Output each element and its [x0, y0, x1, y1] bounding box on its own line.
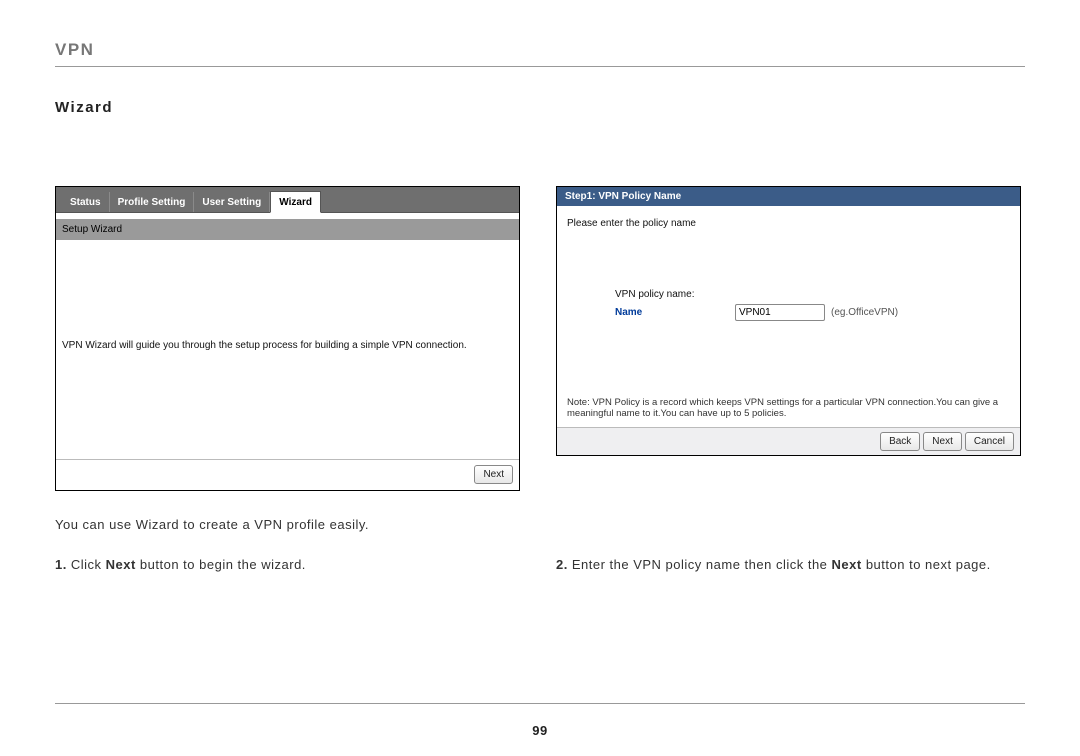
prompt-text: Please enter the policy name [567, 218, 1010, 229]
footer-divider [56, 459, 519, 460]
step-1-text: Click Next button to begin the wizard. [71, 555, 306, 575]
section-title: Wizard [55, 99, 1025, 116]
tab-bar: Status Profile Setting User Setting Wiza… [56, 187, 519, 213]
cancel-button[interactable]: Cancel [965, 432, 1014, 451]
field-hint: (eg.OfficeVPN) [831, 307, 898, 318]
step-2-text: Enter the VPN policy name then click the… [572, 555, 991, 575]
page-number: 99 [0, 723, 1080, 738]
tab-profile-setting[interactable]: Profile Setting [110, 192, 195, 212]
vpn-policy-name-input[interactable] [735, 304, 825, 321]
field-header: VPN policy name: [615, 289, 735, 300]
tab-user-setting[interactable]: User Setting [194, 192, 270, 212]
section-bar: Setup Wizard [56, 219, 519, 240]
caption-text: You can use Wizard to create a VPN profi… [55, 515, 520, 535]
field-label-name: Name [615, 307, 735, 318]
next-button[interactable]: Next [474, 465, 513, 484]
tab-wizard[interactable]: Wizard [270, 191, 321, 213]
step-1-number: 1. [55, 555, 67, 575]
step-2: 2. Enter the VPN policy name then click … [556, 555, 1021, 575]
tab-status[interactable]: Status [62, 192, 110, 212]
step-1: 1. Click Next button to begin the wizard… [55, 555, 520, 575]
page-title: VPN [55, 40, 1025, 60]
next-button-2[interactable]: Next [923, 432, 962, 451]
note-text: Note: VPN Policy is a record which keeps… [557, 391, 1020, 427]
screenshot-setup-wizard: Status Profile Setting User Setting Wiza… [55, 186, 520, 491]
step-2-number: 2. [556, 555, 568, 575]
divider-bottom [55, 703, 1025, 704]
step-title-bar: Step1: VPN Policy Name [557, 187, 1020, 206]
back-button[interactable]: Back [880, 432, 920, 451]
button-row: Back Next Cancel [557, 427, 1020, 455]
wizard-description: VPN Wizard will guide you through the se… [56, 240, 519, 351]
divider-top [55, 66, 1025, 67]
screenshot-step1: Step1: VPN Policy Name Please enter the … [556, 186, 1021, 456]
